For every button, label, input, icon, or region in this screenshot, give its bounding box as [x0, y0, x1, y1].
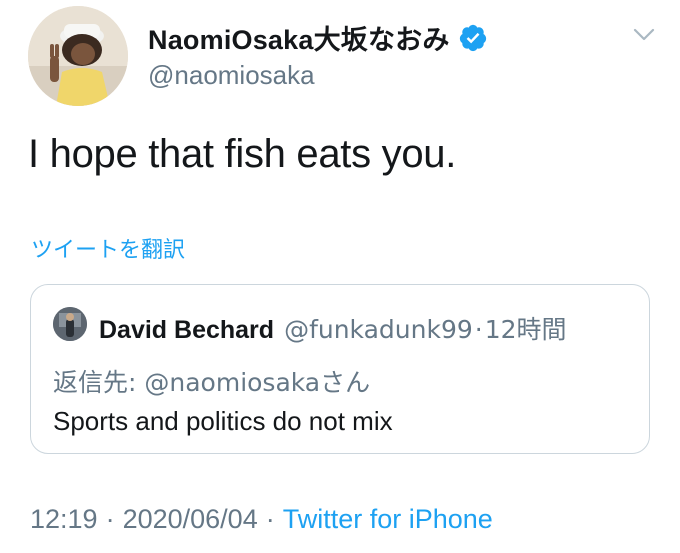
quoted-reply-to: 返信先: @naomiosakaさん	[53, 363, 370, 399]
quoted-author-avatar[interactable]	[53, 307, 87, 341]
tweet-text: I hope that fish eats you.	[28, 132, 457, 176]
reply-to-suffix: さん	[320, 368, 371, 397]
footer-separator-2: ·	[265, 504, 275, 534]
reply-to-mention[interactable]: @naomiosaka	[144, 368, 320, 397]
quoted-time: 12時間	[484, 315, 567, 344]
chevron-down-icon	[633, 28, 655, 41]
quoted-tweet-text: Sports and politics do not mix	[53, 406, 393, 436]
quoted-tweet-card[interactable]: David Bechard @funkadunk99 · 12時間 返信先: @…	[30, 284, 650, 454]
quoted-author-avatar-image	[53, 307, 87, 341]
translate-tweet-link[interactable]: ツイートを翻訳	[31, 232, 185, 264]
author-name-row: NaomiOsaka大坂なおみ	[148, 18, 488, 57]
quoted-author-name[interactable]: David Bechard	[99, 316, 274, 345]
quoted-author-handle: @funkadunk99	[284, 315, 473, 344]
tweet-source-link[interactable]: Twitter for iPhone	[283, 504, 493, 535]
quoted-separator: ·	[474, 315, 483, 344]
verified-badge-icon	[459, 24, 486, 51]
footer-separator-1: ·	[105, 504, 115, 534]
author-avatar-image	[28, 6, 128, 106]
author-display-name[interactable]: NaomiOsaka大坂なおみ	[148, 18, 450, 57]
tweet-time[interactable]: 12:19	[30, 504, 98, 535]
quoted-header: David Bechard @funkadunk99 · 12時間	[99, 310, 567, 346]
author-handle[interactable]: @naomiosaka	[148, 60, 315, 91]
author-avatar[interactable]	[28, 6, 128, 106]
reply-to-label: 返信先:	[53, 368, 145, 397]
tweet-footer: 12:19 · 2020/06/04 · Twitter for iPhone	[30, 504, 493, 535]
tweet-menu-button[interactable]	[630, 22, 658, 46]
tweet-date[interactable]: 2020/06/04	[123, 504, 258, 535]
